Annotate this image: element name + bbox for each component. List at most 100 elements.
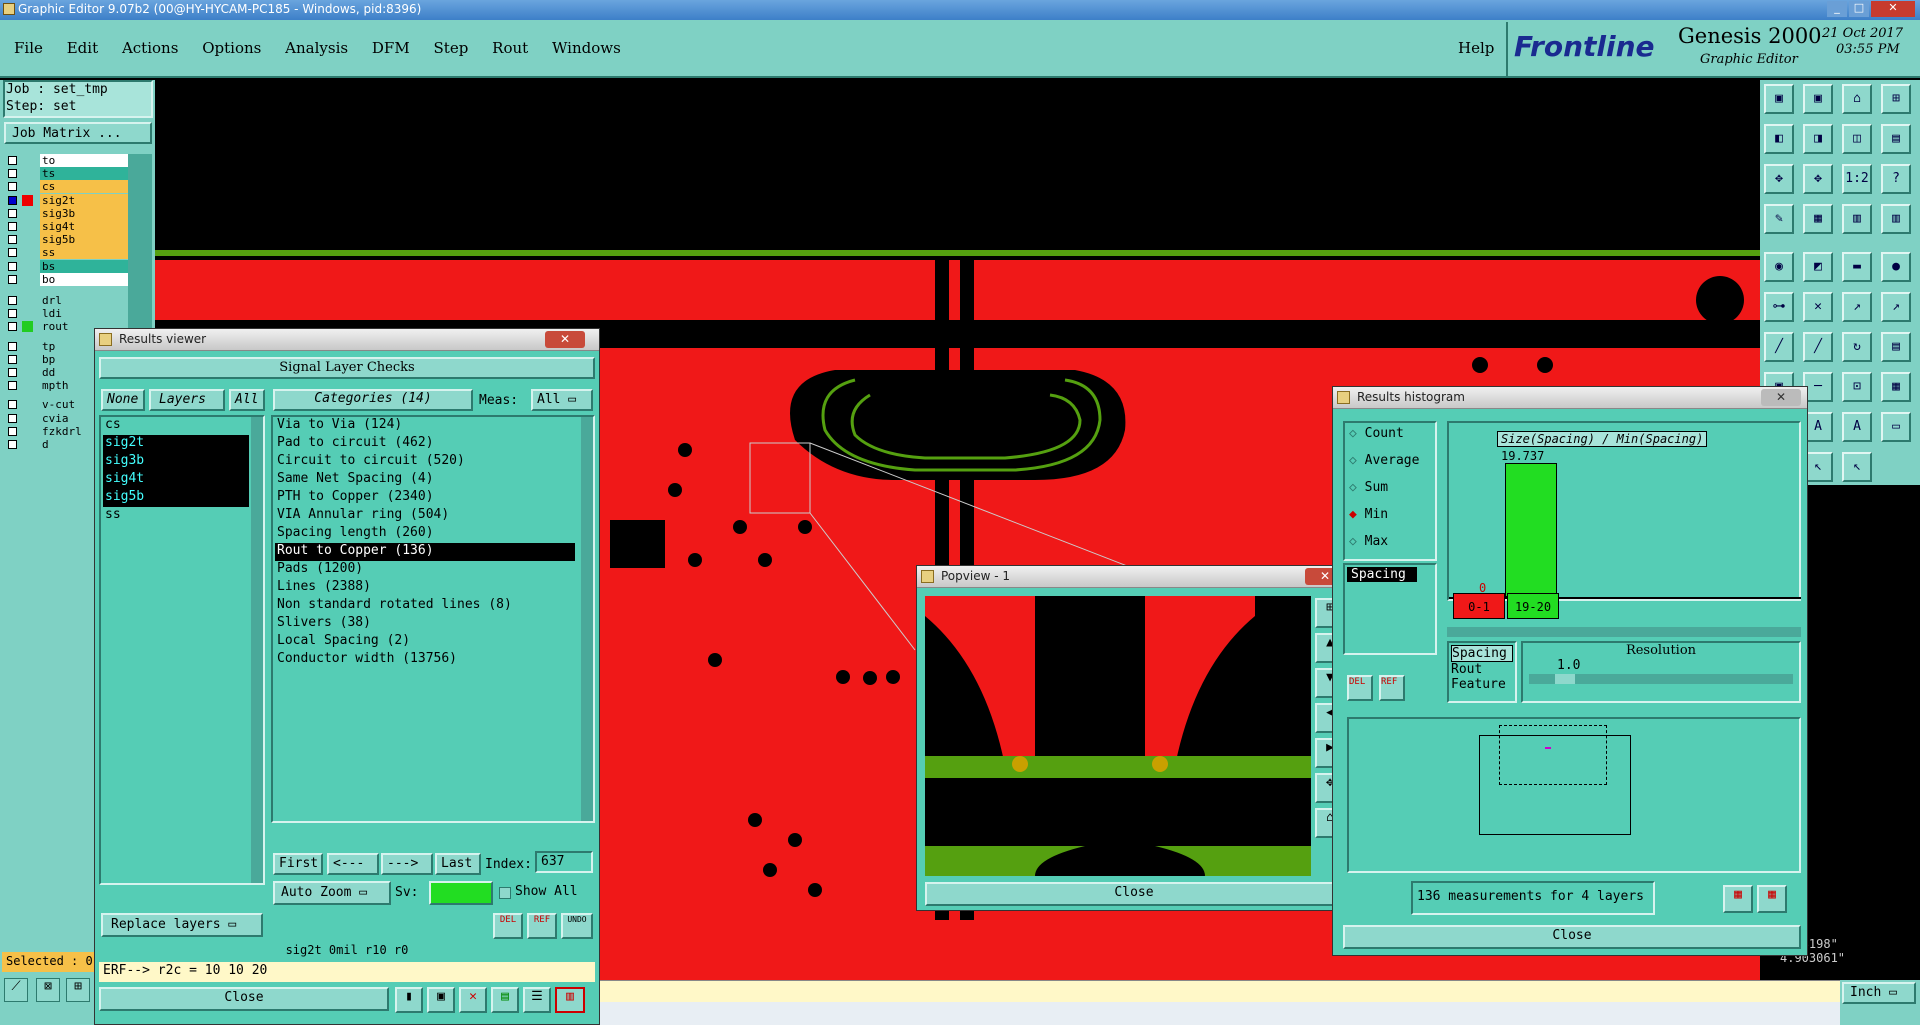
category-item[interactable]: Conductor width (13756): [275, 651, 575, 669]
layer-checkbox[interactable]: [8, 222, 17, 231]
layer-checkbox[interactable]: [8, 309, 17, 319]
category-item[interactable]: Rout to Copper (136): [275, 543, 575, 561]
results-close-button[interactable]: Close: [99, 987, 389, 1011]
tool-18-icon[interactable]: ◩: [1803, 252, 1833, 282]
command-line[interactable]: [595, 980, 1840, 1002]
tool-10-icon[interactable]: ✥: [1803, 164, 1833, 194]
layer-row[interactable]: sig3b: [4, 206, 128, 220]
results-viewer-close-x[interactable]: ✕: [545, 331, 585, 348]
result-layer-item[interactable]: sig3b: [103, 453, 249, 471]
layer-checkbox[interactable]: [8, 400, 17, 410]
type-spacing[interactable]: Spacing: [1451, 645, 1513, 662]
category-item[interactable]: Lines (2388): [275, 579, 575, 597]
stat-option-min[interactable]: ◆ Min: [1345, 504, 1435, 531]
layer-checkbox[interactable]: [8, 248, 17, 258]
tool-4-icon[interactable]: ⊞: [1881, 84, 1911, 114]
tool-6-icon[interactable]: ◨: [1803, 124, 1833, 154]
popview-close-button[interactable]: Close: [925, 882, 1343, 906]
tool-25-icon[interactable]: ╱: [1764, 332, 1794, 362]
auto-zoom-select[interactable]: Auto Zoom ▭: [273, 881, 391, 905]
del-button[interactable]: DEL: [493, 913, 523, 939]
histogram-titlebar[interactable]: Results histogram ✕: [1333, 387, 1807, 409]
result-layer-item[interactable]: cs: [103, 417, 249, 435]
tool-14-icon[interactable]: ▦: [1803, 204, 1833, 234]
layer-checkbox[interactable]: [8, 235, 17, 245]
stat-option-count[interactable]: ◇ Count: [1345, 423, 1435, 450]
draw-tool-2-icon[interactable]: ⊠: [36, 978, 60, 1002]
layer-checkbox[interactable]: [8, 169, 17, 179]
result-layer-item[interactable]: sig2t: [103, 435, 249, 453]
layer-row[interactable]: sig2t: [4, 193, 128, 207]
layer-checkbox[interactable]: [8, 296, 17, 305]
category-item[interactable]: Pads (1200): [275, 561, 575, 579]
results-viewer-titlebar[interactable]: Results viewer ✕: [95, 329, 599, 351]
layer-checkbox[interactable]: [8, 440, 17, 449]
draw-tool-3-icon[interactable]: ⊞: [66, 978, 90, 1002]
category-item[interactable]: Same Net Spacing (4): [275, 471, 575, 489]
tool-2-icon[interactable]: ▣: [1803, 84, 1833, 114]
popview-titlebar[interactable]: Popview - 1 ✕: [917, 566, 1349, 588]
hist-tool-1-icon[interactable]: ▦: [1723, 885, 1753, 913]
menu-edit[interactable]: Edit: [67, 39, 98, 57]
tool-22-icon[interactable]: ✕: [1803, 292, 1833, 322]
tool-21-icon[interactable]: ⊶: [1764, 292, 1794, 322]
close-window-button[interactable]: ✕: [1871, 1, 1915, 17]
type-list-item[interactable]: Spacing: [1347, 567, 1417, 582]
hist-ref-button[interactable]: REF: [1379, 675, 1405, 701]
layer-row[interactable]: ldi: [4, 307, 128, 321]
tool-b-icon[interactable]: ▣: [427, 987, 455, 1013]
tool-3-icon[interactable]: ⌂: [1842, 84, 1872, 114]
layer-row[interactable]: bo: [4, 272, 128, 286]
draw-tool-1-icon[interactable]: ⟋: [4, 978, 28, 1002]
stat-option-average[interactable]: ◇ Average: [1345, 450, 1435, 477]
layer-checkbox[interactable]: [8, 274, 17, 284]
layer-checkbox[interactable]: [8, 182, 17, 192]
layer-row[interactable]: cs: [4, 180, 128, 194]
layer-checkbox[interactable]: [8, 208, 17, 218]
sv-color-select[interactable]: [429, 881, 493, 905]
none-button[interactable]: None: [101, 389, 145, 411]
layer-checkbox[interactable]: [8, 156, 17, 165]
layer-list-scrollbar[interactable]: [251, 417, 263, 883]
hist-del-button[interactable]: DEL: [1347, 675, 1373, 701]
tool-c-icon[interactable]: ✕: [459, 987, 487, 1013]
tool-16-icon[interactable]: ▥: [1881, 204, 1911, 234]
meas-select[interactable]: All ▭: [531, 389, 593, 411]
categories-tab[interactable]: Categories (14): [273, 389, 473, 411]
layer-row[interactable]: drl: [4, 294, 128, 307]
layers-tab[interactable]: Layers: [149, 389, 225, 411]
menu-analysis[interactable]: Analysis: [285, 39, 348, 57]
undo-button[interactable]: UNDO: [561, 913, 593, 939]
menu-file[interactable]: File: [14, 39, 43, 57]
layer-row[interactable]: bs: [4, 259, 128, 273]
layer-checkbox[interactable]: [8, 426, 17, 436]
next-button[interactable]: --->: [381, 853, 433, 875]
layer-row[interactable]: sig4t: [4, 220, 128, 233]
tool-7-icon[interactable]: ◫: [1842, 124, 1872, 154]
histogram-close-x[interactable]: ✕: [1761, 389, 1801, 406]
tool-23-icon[interactable]: ↗: [1842, 292, 1872, 322]
replace-layers-select[interactable]: Replace layers ▭: [101, 913, 263, 937]
tool-28-icon[interactable]: ▤: [1881, 332, 1911, 362]
category-item[interactable]: Via to Via (124): [275, 417, 575, 435]
tool-17-icon[interactable]: ◉: [1764, 252, 1794, 282]
layer-checkbox[interactable]: [8, 261, 17, 271]
category-item[interactable]: VIA Annular ring (504): [275, 507, 575, 525]
tool-5-icon[interactable]: ◧: [1764, 124, 1794, 154]
result-layer-item[interactable]: sig4t: [103, 471, 249, 489]
minimize-button[interactable]: _: [1827, 1, 1847, 17]
bin-19-20[interactable]: 19-20: [1507, 593, 1559, 619]
layer-checkbox[interactable]: [8, 368, 17, 377]
category-list-scrollbar[interactable]: [581, 417, 593, 821]
tool-39-icon[interactable]: ↖: [1842, 452, 1872, 482]
category-item[interactable]: Slivers (38): [275, 615, 575, 633]
layer-checkbox[interactable]: [8, 381, 17, 391]
layer-checkbox[interactable]: [8, 413, 17, 423]
layer-checkbox[interactable]: [8, 354, 17, 364]
type-feature[interactable]: Feature: [1451, 677, 1513, 692]
tool-31-icon[interactable]: ⊡: [1842, 372, 1872, 402]
stat-option-sum[interactable]: ◇ Sum: [1345, 477, 1435, 504]
layer-checkbox[interactable]: [8, 322, 17, 332]
last-button[interactable]: Last: [435, 853, 481, 875]
menu-rout[interactable]: Rout: [492, 39, 528, 57]
